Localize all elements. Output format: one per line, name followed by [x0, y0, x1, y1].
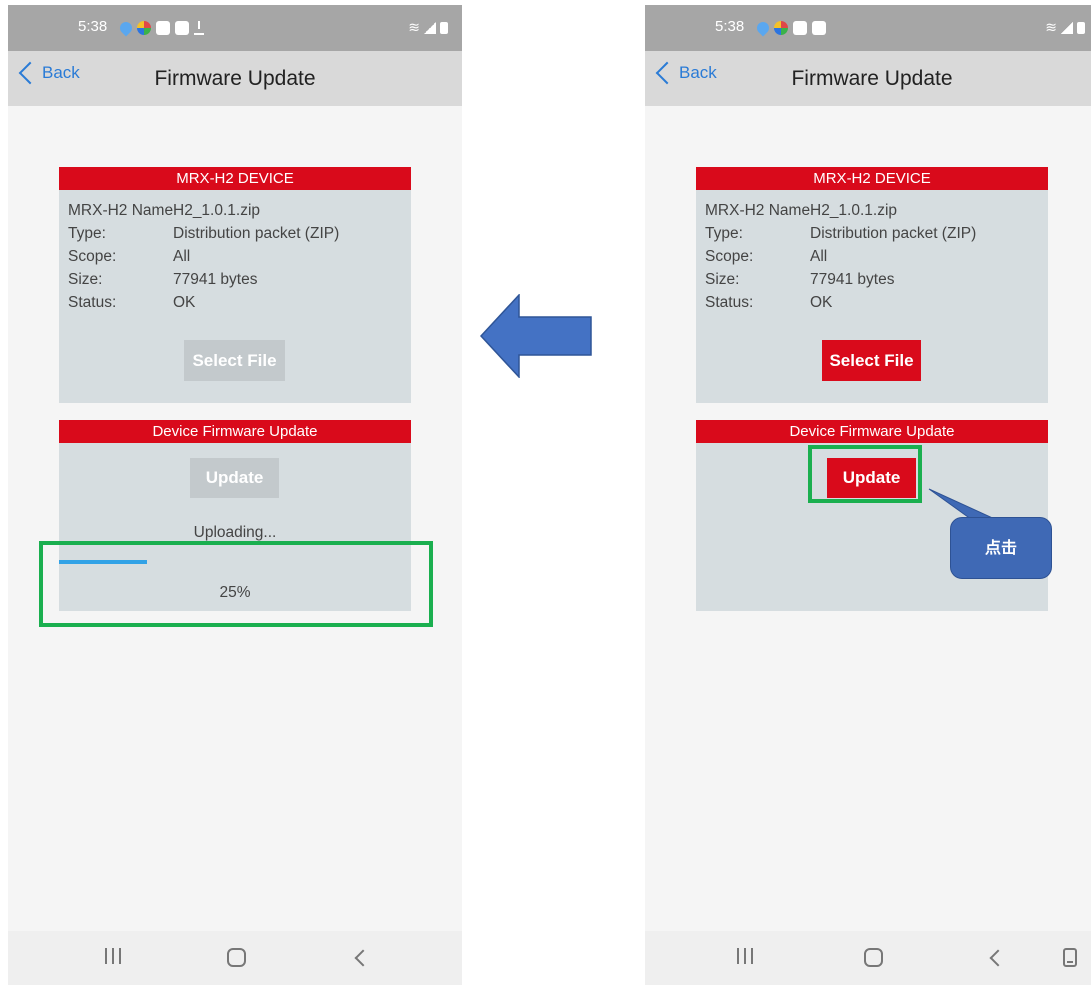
dfu-card-header: Device Firmware Update	[696, 420, 1048, 443]
device-card-header: MRX-H2 DEVICE	[696, 167, 1048, 190]
wifi-icon: ≋	[1045, 19, 1057, 35]
arrow-left-icon	[480, 294, 592, 378]
recent-apps-button[interactable]	[737, 948, 753, 966]
home-button[interactable]	[864, 948, 883, 967]
select-file-button[interactable]: Select File	[184, 340, 285, 381]
device-info: MRX-H2 Name H2_1.0.1.zip Type: Distributio…	[696, 190, 1048, 314]
left-phone-screen: 5:38 ≋ Back Firmware Update MRX-H2 DEVIC…	[8, 5, 462, 985]
info-row-name: MRX-H2 Name H2_1.0.1.zip	[68, 202, 261, 219]
recent-apps-button[interactable]	[105, 948, 121, 966]
update-button[interactable]: Update	[190, 458, 279, 498]
device-card: MRX-H2 DEVICE MRX-H2 Name H2_1.0.1.zip Ty…	[59, 167, 411, 403]
battery-icon	[440, 21, 448, 34]
signal-icon	[424, 21, 436, 34]
system-back-button[interactable]	[354, 949, 372, 967]
system-icons: ≋	[408, 19, 448, 36]
dfu-card-header: Device Firmware Update	[59, 420, 411, 443]
info-row-type: Type: Distribution packet (ZIP)	[705, 225, 977, 242]
water-drop-icon	[117, 19, 135, 37]
download-icon	[194, 21, 204, 35]
device-info: MRX-H2 Name H2_1.0.1.zip Type: Distributio…	[59, 190, 411, 314]
close-box-icon	[812, 21, 826, 35]
info-row-size: Size: 77941 bytes	[68, 271, 258, 288]
page-title: Firmware Update	[791, 67, 953, 90]
notification-icons	[117, 19, 204, 37]
wifi-icon: ≋	[408, 19, 420, 35]
system-back-button[interactable]	[989, 949, 1007, 967]
progress-highlight-box	[39, 541, 433, 627]
gallery-icon	[156, 21, 170, 35]
nav-bar: Back Firmware Update	[645, 51, 1091, 106]
status-time: 5:38	[78, 18, 108, 35]
info-row-scope: Scope: All	[68, 248, 191, 265]
nav-bar: Back Firmware Update	[8, 51, 462, 106]
uploading-status: Uploading...	[193, 524, 277, 541]
page-title: Firmware Update	[154, 67, 316, 90]
tap-callout: 点击	[950, 517, 1052, 579]
status-bar: 5:38 ≋	[8, 5, 462, 51]
device-card: MRX-H2 DEVICE MRX-H2 Name H2_1.0.1.zip Ty…	[696, 167, 1048, 403]
status-time: 5:38	[715, 18, 745, 35]
keyboard-toggle-icon[interactable]	[1063, 948, 1077, 967]
signal-icon	[1061, 21, 1073, 34]
water-drop-icon	[754, 19, 772, 37]
select-file-button[interactable]: Select File	[822, 340, 921, 381]
info-row-status: Status: OK	[705, 294, 833, 311]
gallery-icon	[793, 21, 807, 35]
info-row-type: Type: Distribution packet (ZIP)	[68, 225, 340, 242]
system-icons: ≋	[1045, 19, 1085, 36]
photos-pinwheel-icon	[774, 21, 788, 35]
battery-icon	[1077, 21, 1085, 34]
device-card-header: MRX-H2 DEVICE	[59, 167, 411, 190]
info-row-size: Size: 77941 bytes	[705, 271, 895, 288]
info-row-status: Status: OK	[68, 294, 196, 311]
photos-pinwheel-icon	[137, 21, 151, 35]
home-button[interactable]	[227, 948, 246, 967]
update-highlight-box	[808, 445, 922, 503]
close-box-icon	[175, 21, 189, 35]
info-row-name: MRX-H2 Name H2_1.0.1.zip	[705, 202, 898, 219]
status-bar: 5:38 ≋	[645, 5, 1091, 51]
android-nav-bar	[8, 931, 462, 985]
notification-icons	[754, 19, 826, 37]
info-row-scope: Scope: All	[705, 248, 828, 265]
android-nav-bar	[645, 931, 1091, 985]
